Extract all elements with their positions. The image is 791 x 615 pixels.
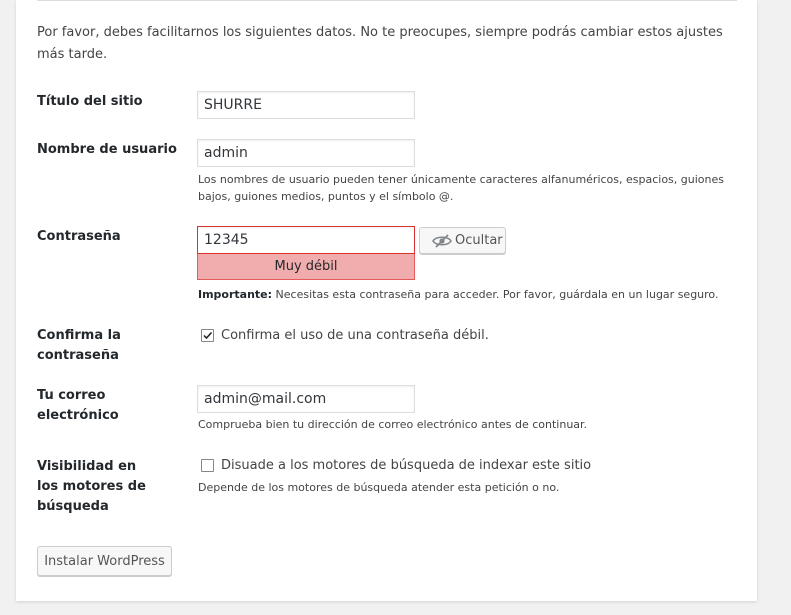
- important-text: Necesitas esta contraseña para acceder. …: [272, 288, 719, 301]
- search-visibility-label: Visibilidad en los motores de búsqueda: [37, 459, 146, 514]
- search-visibility-description: Depende de los motores de búsqueda atend…: [198, 481, 560, 494]
- confirm-weak-password-label: Confirma el uso de una contraseña débil.: [221, 328, 489, 343]
- important-prefix: Importante:: [198, 288, 273, 301]
- intro-text: Por favor, debes facilitarnos los siguie…: [37, 25, 723, 62]
- email-input[interactable]: [197, 385, 415, 413]
- site-title-input[interactable]: [197, 91, 415, 119]
- username-label: Nombre de usuario: [37, 142, 177, 157]
- password-important-note: Importante: Necesitas esta contraseña pa…: [198, 287, 718, 304]
- hide-password-button[interactable]: Ocultar: [419, 227, 506, 254]
- email-label: Tu correo electrónico: [37, 388, 119, 423]
- checkmark-icon: [203, 331, 213, 340]
- eye-slash-icon: [432, 234, 452, 252]
- site-title-label: Título del sitio: [37, 94, 143, 109]
- hide-password-label: Ocultar: [455, 233, 503, 248]
- confirm-password-label: Confirma la contraseña: [37, 328, 121, 363]
- discourage-search-engines-checkbox[interactable]: [201, 459, 214, 472]
- confirm-weak-password-checkbox[interactable]: [201, 329, 214, 342]
- divider: [37, 0, 737, 1]
- install-wordpress-button[interactable]: Instalar WordPress: [37, 546, 172, 576]
- password-strength-indicator: Muy débil: [197, 254, 415, 280]
- discourage-search-engines-label: Disuade a los motores de búsqueda de ind…: [221, 458, 592, 473]
- password-input[interactable]: [197, 226, 415, 254]
- password-label: Contraseña: [37, 229, 121, 244]
- username-input[interactable]: [197, 139, 415, 167]
- username-description: Los nombres de usuario pueden tener únic…: [198, 173, 724, 203]
- email-description: Comprueba bien tu dirección de correo el…: [198, 418, 588, 431]
